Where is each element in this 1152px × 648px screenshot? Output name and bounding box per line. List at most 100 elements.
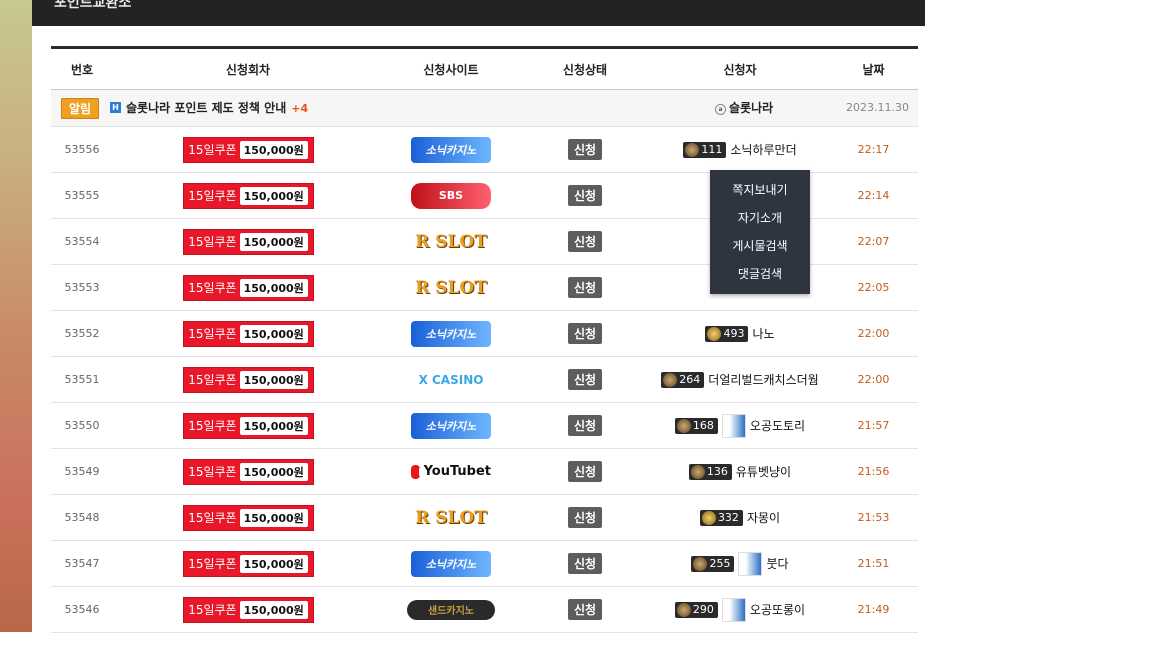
level-emblem-icon xyxy=(707,326,722,341)
status-badge: 신청 xyxy=(567,507,603,528)
site-logo[interactable]: 샌드카지노 xyxy=(407,599,495,620)
level-number: 264 xyxy=(679,373,701,386)
site-logo[interactable]: 소닉카지노 xyxy=(411,320,491,347)
menu-item-send-message[interactable]: 쪽지보내기 xyxy=(710,176,810,204)
row-number: 53551 xyxy=(64,373,100,386)
coupon-label: 15일쿠폰 xyxy=(188,603,237,617)
status-cell: 신청 xyxy=(519,173,651,218)
level-emblem-icon xyxy=(676,418,691,433)
level-emblem-icon xyxy=(693,556,708,571)
coupon-amount: 150,000원 xyxy=(239,140,308,159)
applicant[interactable]: 332 자몽이 xyxy=(699,509,780,526)
level-emblem-icon xyxy=(685,142,700,157)
site-logo[interactable]: SBS xyxy=(411,182,491,209)
site-logo[interactable]: R SLOT xyxy=(411,229,491,255)
coupon-badge[interactable]: 15일쿠폰 150,000원 xyxy=(182,550,314,577)
menu-item-search-comments[interactable]: 댓글검색 xyxy=(710,260,810,288)
site-cell: 소닉카지노 xyxy=(383,403,519,448)
coupon-badge[interactable]: 15일쿠폰 150,000원 xyxy=(182,182,314,209)
applicant[interactable]: 136 유튜벳냥이 xyxy=(688,463,791,480)
table-row[interactable]: 53552 15일쿠폰 150,000원 소닉카지노 신청 493 나노 22:00 xyxy=(51,311,918,357)
site-cell: YouTubet xyxy=(383,449,519,494)
notice-row[interactable]: 알림 H 슬롯나라 포인트 제도 정책 안내 +4 a 슬롯나라 2023.11.3… xyxy=(51,90,918,127)
notice-title-link[interactable]: 슬롯나라 포인트 제도 정책 안내 +4 xyxy=(126,99,308,116)
site-logo-text: 소닉카지노 xyxy=(425,419,477,433)
site-logo-text: R SLOT xyxy=(415,277,487,298)
level-number: 168 xyxy=(692,419,714,432)
user-cell: 332 자몽이 xyxy=(651,495,829,540)
coupon-amount: 150,000원 xyxy=(239,186,308,205)
status-badge: 신청 xyxy=(567,553,603,574)
site-cell: X CASINO xyxy=(383,357,519,402)
level-badge: 136 xyxy=(688,463,732,480)
table-row[interactable]: 53551 15일쿠폰 150,000원 X CASINO 신청 264 더얼리벌드캐치스더… xyxy=(51,357,918,403)
menu-item-profile[interactable]: 자기소개 xyxy=(710,204,810,232)
coupon-label: 15일쿠폰 xyxy=(188,465,237,479)
site-logo[interactable]: 소닉카지노 xyxy=(411,136,491,163)
coupon-badge[interactable]: 15일쿠폰 150,000원 xyxy=(182,320,314,347)
notice-author[interactable]: a 슬롯나라 xyxy=(715,99,773,116)
coupon-badge[interactable]: 15일쿠폰 150,000원 xyxy=(182,458,314,485)
level-emblem-icon xyxy=(676,602,691,617)
user-cell: 255 붓다 xyxy=(651,541,829,586)
applicant[interactable]: 493 나노 xyxy=(705,325,775,342)
session-cell: 15일쿠폰 150,000원 xyxy=(113,265,383,310)
menu-item-search-posts[interactable]: 게시물검색 xyxy=(710,232,810,260)
user-nickname[interactable]: 오공또롱이 xyxy=(750,601,805,618)
table-row[interactable]: 53550 15일쿠폰 150,000원 소닉카지노 신청 168 오공도토리 21:57 xyxy=(51,403,918,449)
row-number: 53549 xyxy=(64,465,100,478)
table-row[interactable]: 53547 15일쿠폰 150,000원 소닉카지노 신청 255 붓다 21:51 xyxy=(51,541,918,587)
user-nickname[interactable]: 자몽이 xyxy=(747,509,780,526)
applicant[interactable]: 290 오공또롱이 xyxy=(674,597,805,622)
coupon-amount: 150,000원 xyxy=(239,278,308,297)
level-badge: 168 xyxy=(674,417,718,434)
coupon-badge[interactable]: 15일쿠폰 150,000원 xyxy=(182,412,314,439)
level-number: 136 xyxy=(706,465,728,478)
row-date: 22:00 xyxy=(857,327,890,340)
user-nickname[interactable]: 오공도토리 xyxy=(750,417,805,434)
site-logo[interactable]: R SLOT xyxy=(411,275,491,301)
coupon-badge[interactable]: 15일쿠폰 150,000원 xyxy=(182,596,314,623)
coupon-amount: 150,000원 xyxy=(239,416,308,435)
session-cell: 15일쿠폰 150,000원 xyxy=(113,173,383,218)
applicant[interactable]: 111 소닉하루만더 xyxy=(683,141,797,158)
user-nickname[interactable]: 더얼리벌드캐치스더웜 xyxy=(708,371,818,388)
table-row[interactable]: 53548 15일쿠폰 150,000원 R SLOT 신청 332 자몽이 21:53 xyxy=(51,495,918,541)
column-header-num: 번호 xyxy=(70,62,94,77)
applicant[interactable]: 264 더얼리벌드캐치스더웜 xyxy=(661,371,819,388)
site-logo[interactable]: YouTubet xyxy=(411,459,491,485)
user-nickname[interactable]: 소닉하루만더 xyxy=(730,141,796,158)
coupon-badge[interactable]: 15일쿠폰 150,000원 xyxy=(182,274,314,301)
coupon-badge[interactable]: 15일쿠폰 150,000원 xyxy=(182,136,314,163)
site-logo[interactable]: R SLOT xyxy=(411,505,491,531)
row-date: 22:17 xyxy=(857,143,890,156)
table-row[interactable]: 53546 15일쿠폰 150,000원 샌드카지노 신청 290 오공또롱이 21:49 xyxy=(51,587,918,633)
table-row[interactable]: 53556 15일쿠폰 150,000원 소닉카지노 신청 111 소닉하루만더 22:17 xyxy=(51,127,918,173)
notice-badge: 알림 xyxy=(61,98,99,119)
row-date: 21:53 xyxy=(857,511,890,524)
site-logo[interactable]: X CASINO xyxy=(411,367,491,393)
coupon-amount: 150,000원 xyxy=(239,324,308,343)
status-badge: 신청 xyxy=(567,231,603,252)
coupon-label: 15일쿠폰 xyxy=(188,557,237,571)
column-header-site: 신청사이트 xyxy=(423,62,479,77)
level-badge: 493 xyxy=(705,325,749,342)
user-nickname[interactable]: 붓다 xyxy=(766,555,788,572)
coupon-amount: 150,000원 xyxy=(239,232,308,251)
table-row[interactable]: 53549 15일쿠폰 150,000원 YouTubet 신청 136 유튜벳냥이 21:5… xyxy=(51,449,918,495)
user-nickname[interactable]: 나노 xyxy=(752,325,774,342)
coupon-badge[interactable]: 15일쿠폰 150,000원 xyxy=(182,366,314,393)
applicant[interactable]: 255 붓다 xyxy=(691,551,789,576)
coupon-badge[interactable]: 15일쿠폰 150,000원 xyxy=(182,228,314,255)
user-nickname[interactable]: 유튜벳냥이 xyxy=(736,463,791,480)
session-cell: 15일쿠폰 150,000원 xyxy=(113,587,383,632)
site-logo[interactable]: 소닉카지노 xyxy=(411,550,491,577)
site-cell: 소닉카지노 xyxy=(383,541,519,586)
level-badge: 264 xyxy=(661,371,705,388)
status-cell: 신청 xyxy=(519,449,651,494)
applicant[interactable]: 168 오공도토리 xyxy=(674,413,805,438)
site-logo[interactable]: 소닉카지노 xyxy=(411,412,491,439)
coupon-badge[interactable]: 15일쿠폰 150,000원 xyxy=(182,504,314,531)
session-cell: 15일쿠폰 150,000원 xyxy=(113,449,383,494)
coupon-amount: 150,000원 xyxy=(239,508,308,527)
